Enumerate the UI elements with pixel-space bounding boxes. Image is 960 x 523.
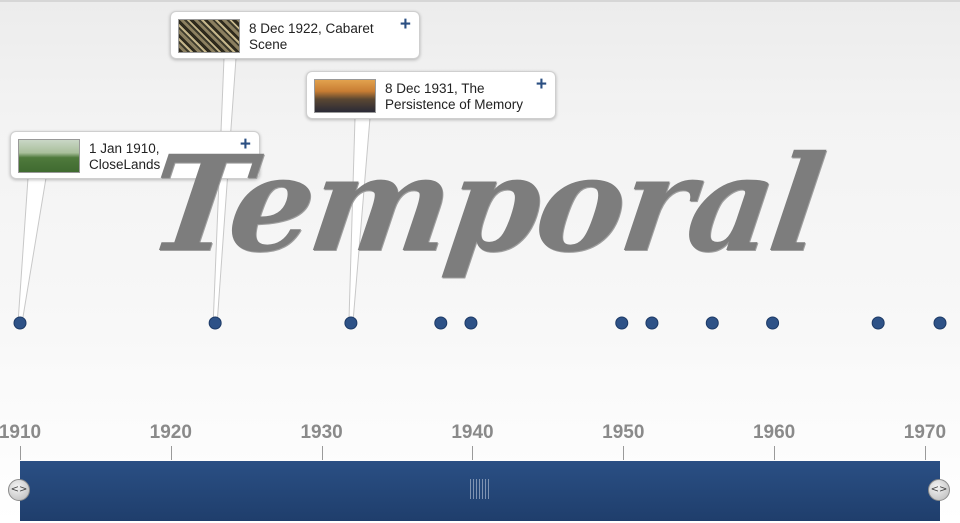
- left-right-arrows-icon[interactable]: <>: [8, 479, 30, 501]
- timeline-viewer: 1 Jan 1910, CloseLands + 8 Dec 1922, Cab…: [0, 0, 960, 523]
- axis-tick-label: 1920: [149, 422, 192, 443]
- event-caption-line2: Scene: [249, 37, 288, 52]
- axis-tick-mark: [623, 446, 625, 460]
- event-caption-line2: Persistence of Memory: [385, 97, 524, 112]
- event-marker[interactable]: [13, 316, 27, 330]
- event-marker[interactable]: [705, 316, 719, 330]
- plus-icon[interactable]: +: [400, 15, 411, 35]
- axis-tick-label: 1970: [903, 422, 947, 443]
- axis-tick-label: 1960: [752, 422, 796, 443]
- event-marker[interactable]: [434, 316, 448, 330]
- cloudlands-thumbnail: [18, 139, 80, 173]
- cabaret-thumbnail: [178, 19, 240, 53]
- axis-tick-mark: [170, 446, 172, 460]
- event-caption-line1: 8 Dec 1922, Cabaret: [249, 21, 374, 36]
- event-marker[interactable]: [344, 316, 358, 330]
- axis-tick-mark: [20, 446, 21, 460]
- event-marker[interactable]: [766, 316, 780, 330]
- axis-tick-mark: [924, 446, 926, 460]
- axis-tick-label: 1940: [451, 422, 494, 443]
- event-marker[interactable]: [464, 316, 478, 330]
- event-marker[interactable]: [615, 316, 629, 330]
- axis-tick-mark: [321, 446, 323, 460]
- persistence-thumbnail: [314, 79, 376, 113]
- event-marker[interactable]: [933, 316, 947, 330]
- axis-tick-label: 1910: [0, 422, 42, 443]
- event-marker[interactable]: [871, 316, 885, 330]
- event-marker[interactable]: [645, 316, 659, 330]
- event-marker[interactable]: [208, 316, 222, 330]
- event-caption-line1: 8 Dec 1931, The: [385, 81, 485, 96]
- event-card-cabaret-scene[interactable]: 8 Dec 1922, Cabaret Scene +: [170, 11, 420, 59]
- temporal-wordmark: Temporal: [139, 127, 830, 282]
- axis-tick-mark: [472, 446, 474, 460]
- axis-tick-mark: [774, 446, 776, 460]
- grip-icon[interactable]: [470, 479, 490, 499]
- left-right-arrows-icon[interactable]: <>: [928, 479, 950, 501]
- plus-icon[interactable]: +: [536, 75, 547, 95]
- event-caption: 8 Dec 1931, The Persistence of Memory: [385, 81, 529, 113]
- axis-tick-label: 1930: [300, 422, 343, 443]
- event-caption: 8 Dec 1922, Cabaret Scene: [249, 21, 393, 53]
- event-card-persistence-of-memory[interactable]: 8 Dec 1931, The Persistence of Memory +: [306, 71, 556, 119]
- axis-tick-label: 1950: [602, 422, 645, 443]
